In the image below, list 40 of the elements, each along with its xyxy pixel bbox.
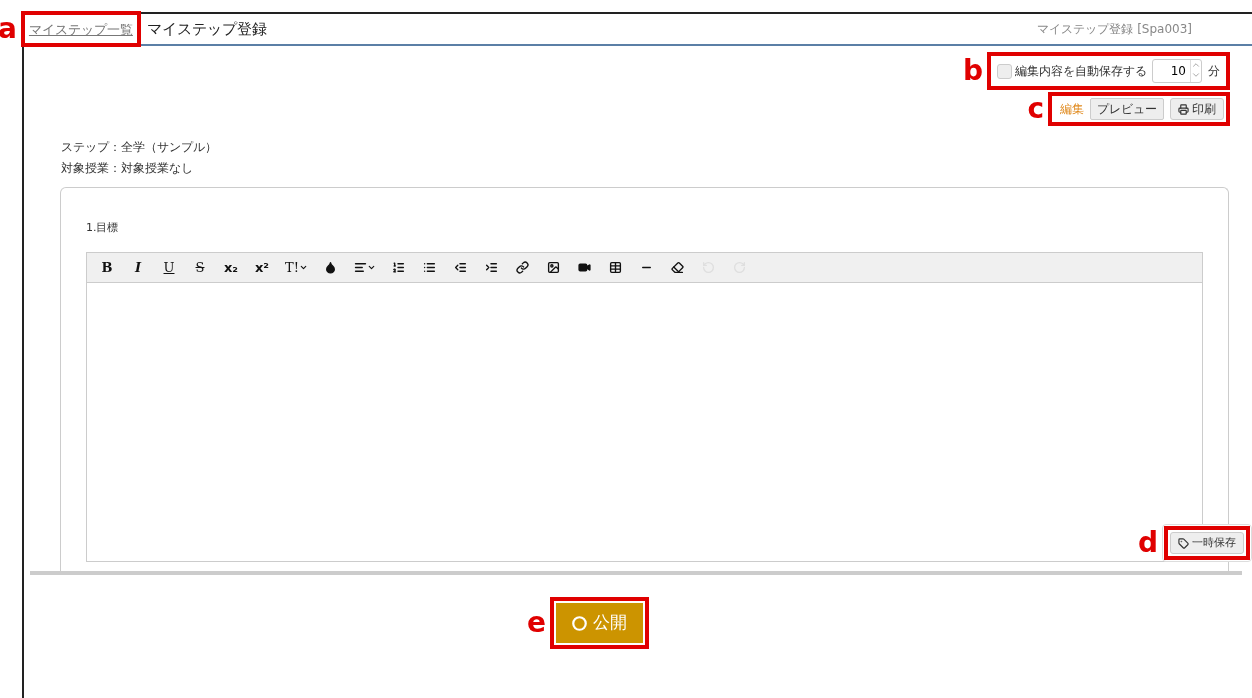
table-icon <box>609 261 623 274</box>
droplet-icon <box>324 261 338 274</box>
printer-icon <box>1178 103 1189 115</box>
bold-button[interactable]: B <box>94 254 120 281</box>
callout-letter: b <box>962 57 983 85</box>
italic-button[interactable]: I <box>125 254 151 281</box>
eraser-icon <box>671 261 685 274</box>
link-icon <box>516 261 530 274</box>
ordered-list-icon <box>392 261 406 274</box>
temp-save-button[interactable]: 一時保存 <box>1170 532 1244 554</box>
callout-letter: a <box>0 15 17 43</box>
outdent-icon <box>454 261 468 274</box>
autosave-label: 編集内容を自動保存する <box>1015 63 1147 80</box>
strike-button[interactable]: S <box>187 254 213 281</box>
tag-icon <box>1178 537 1189 549</box>
circle-icon <box>572 615 587 631</box>
underline-button[interactable]: U <box>156 254 182 281</box>
image-icon <box>547 261 561 274</box>
callout-letter: d <box>1137 529 1158 557</box>
unit-label: 分 <box>1208 63 1220 80</box>
subscript-button[interactable]: x₂ <box>218 254 244 281</box>
info-text: 対象授業：対象授業なし <box>61 160 194 177</box>
callout-letter: c <box>1027 95 1044 123</box>
indent-icon <box>485 261 499 274</box>
page-title: マイステップ登録 <box>146 18 267 40</box>
breadcrumb-link[interactable]: マイステップ一覧 <box>26 22 135 37</box>
video-camera-icon <box>578 261 592 274</box>
fontsize-button[interactable]: T! <box>280 254 313 281</box>
callout-letter: e <box>527 609 546 637</box>
info-text: ステップ：全学（サンプル） <box>61 139 218 156</box>
align-left-icon <box>353 261 367 274</box>
bullet-list-icon <box>423 261 437 274</box>
screen-id: マイステップ登録 [Spa003] <box>1037 21 1192 38</box>
print-button[interactable]: 印刷 <box>1170 98 1224 120</box>
mode-tab[interactable]: プレビュー <box>1090 98 1164 120</box>
superscript-button[interactable]: x² <box>249 254 275 281</box>
autosave-checkbox[interactable] <box>997 63 1012 79</box>
caret-icon <box>298 263 308 272</box>
section-title: 1.目標 <box>86 221 119 234</box>
caret-icon <box>366 263 376 272</box>
